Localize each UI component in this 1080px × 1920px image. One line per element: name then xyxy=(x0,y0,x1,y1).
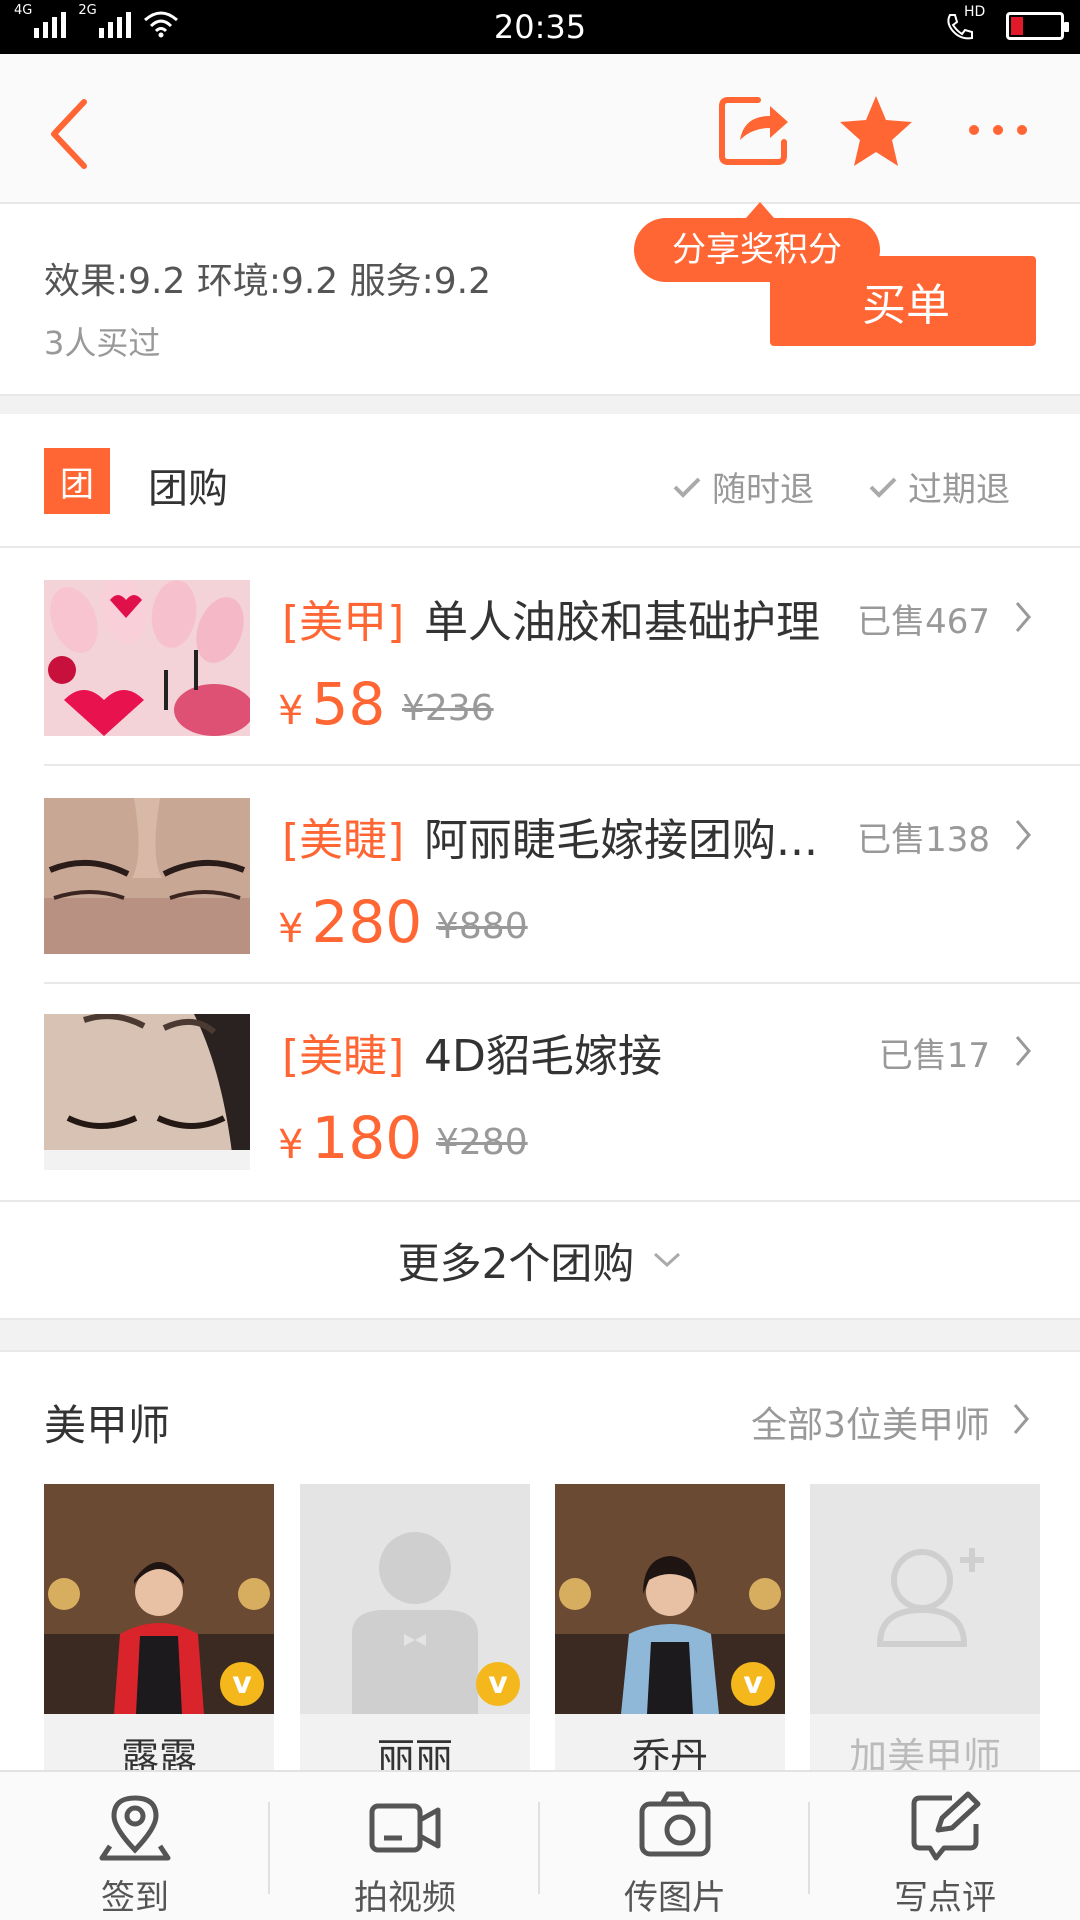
checkin-button[interactable]: 签到 xyxy=(0,1772,270,1920)
call-hd-icon: HD xyxy=(944,4,988,44)
status-right: HD xyxy=(944,4,1069,44)
top-nav-bar xyxy=(0,54,1080,204)
chevron-right-icon xyxy=(1015,1036,1031,1066)
score-summary: 效果:9.2 环境:9.2 服务:9.2 xyxy=(44,261,492,302)
add-technician-card[interactable]: 加美甲师 xyxy=(810,1484,1040,1784)
divider xyxy=(0,396,1080,414)
technicians-section: 美甲师 全部3位美甲师 v 露露 v 丽丽 v 乔丹 加美甲师 xyxy=(0,1352,1080,1784)
clock: 20:35 xyxy=(493,8,587,46)
bottom-action-bar: 签到 拍视频 传图片 写点评 xyxy=(0,1770,1080,1920)
write-review-button[interactable]: 写点评 xyxy=(810,1772,1080,1920)
original-price-value: ¥880 xyxy=(436,906,528,947)
refund-anytime-tag: 随时退 xyxy=(672,462,814,511)
currency-symbol: ¥ xyxy=(278,688,304,734)
deal-thumbnail-lashes xyxy=(44,1014,250,1170)
currency-symbol: ¥ xyxy=(278,1122,304,1168)
technician-card[interactable]: v 露露 xyxy=(44,1484,274,1784)
technician-photo: v xyxy=(44,1484,274,1714)
deal-category: [美甲] xyxy=(282,597,405,648)
price-value: 58 xyxy=(311,670,386,738)
upload-photo-button[interactable]: 传图片 xyxy=(540,1772,810,1920)
hd-label: HD xyxy=(964,4,986,20)
deal-price: ¥180 xyxy=(278,1104,422,1172)
check-icon xyxy=(673,477,701,498)
deal-category: [美睫] xyxy=(282,1031,405,1082)
technician-card[interactable]: v 丽丽 xyxy=(300,1484,530,1784)
original-price: ¥880 xyxy=(436,906,528,947)
technicians-title: 美甲师 xyxy=(44,1401,171,1450)
star-icon[interactable] xyxy=(836,90,916,170)
original-price: ¥236 xyxy=(402,688,494,729)
refund-expired-tag: 过期退 xyxy=(868,462,1010,511)
share-icon[interactable] xyxy=(714,90,794,170)
deal-price: ¥280 xyxy=(278,888,422,956)
deal-sold-count: 已售17 xyxy=(878,1036,990,1076)
shoot-video-label: 拍视频 xyxy=(354,1878,456,1918)
more-label: 更多2个团购 xyxy=(397,1238,635,1288)
deal-item[interactable]: [美睫] 阿丽睫毛嫁接团购... 已售138 ¥280 ¥880 xyxy=(0,768,1080,984)
price-value: 280 xyxy=(311,888,423,956)
checkin-label: 签到 xyxy=(101,1878,169,1918)
rating-section: 效果:9.2 环境:9.2 服务:9.2 3人买过 买单 xyxy=(0,206,1080,396)
deal-item[interactable]: [美睫] 4D貂毛嫁接 已售17 ¥180 ¥280 xyxy=(0,984,1080,1200)
deal-price: ¥58 xyxy=(278,670,385,738)
deal-name: 单人油胶和基础护理 xyxy=(424,597,820,648)
deal-thumbnail-nails xyxy=(44,580,250,736)
location-pin-icon xyxy=(99,1795,171,1861)
photo-camera-icon xyxy=(639,1791,711,1857)
shoot-video-button[interactable]: 拍视频 xyxy=(270,1772,540,1920)
technician-photo: v xyxy=(555,1484,785,1714)
upload-photo-label: 传图片 xyxy=(624,1878,726,1918)
check-icon xyxy=(869,477,897,498)
currency-symbol: ¥ xyxy=(278,906,304,952)
price-value: 180 xyxy=(311,1104,423,1172)
tag-label: 过期退 xyxy=(908,470,1010,510)
more-icon[interactable] xyxy=(958,90,1038,170)
deal-sold-count: 已售138 xyxy=(857,820,990,860)
battery-icon xyxy=(1006,12,1069,40)
tag-label: 随时退 xyxy=(712,470,814,510)
merchant-detail-page: 4G 2G 20:35 HD 效果:9.2 环境:9.2 服务:9.2 3人买过… xyxy=(0,0,1080,1920)
deal-name: 4D貂毛嫁接 xyxy=(424,1031,662,1082)
back-arrow-icon[interactable] xyxy=(44,94,104,174)
group-buy-title: 团购 xyxy=(148,466,228,512)
video-camera-icon xyxy=(369,1803,441,1853)
share-reward-tooltip[interactable]: 分享奖积分 xyxy=(634,202,880,282)
verified-badge-icon: v xyxy=(220,1662,264,1706)
chevron-down-icon xyxy=(654,1252,681,1268)
deal-item[interactable]: [美甲] 单人油胶和基础护理 已售467 ¥58 ¥236 xyxy=(0,550,1080,766)
more-group-buys-button[interactable]: 更多2个团购 xyxy=(0,1200,1080,1318)
divider xyxy=(0,1318,1080,1352)
edit-review-icon xyxy=(911,1791,981,1861)
bought-count: 3人买过 xyxy=(44,324,161,362)
status-bar: 4G 2G 20:35 HD xyxy=(0,0,1080,54)
deal-category: [美睫] xyxy=(282,815,405,866)
deal-thumbnail-lashes xyxy=(44,798,250,954)
all-technicians-link[interactable]: 全部3位美甲师 xyxy=(751,1396,990,1448)
verified-badge-icon: v xyxy=(476,1662,520,1706)
chevron-right-icon xyxy=(1015,820,1031,850)
add-user-icon xyxy=(810,1484,1040,1714)
avatar-placeholder-icon: v xyxy=(300,1484,530,1714)
verified-badge-icon: v xyxy=(731,1662,775,1706)
technician-card[interactable]: v 乔丹 xyxy=(555,1484,785,1784)
chevron-right-icon xyxy=(1013,1404,1029,1434)
deal-name: 阿丽睫毛嫁接团购... xyxy=(424,815,818,866)
group-buy-badge: 团 xyxy=(44,448,110,514)
deal-sold-count: 已售467 xyxy=(857,602,990,642)
chevron-right-icon xyxy=(1015,602,1031,632)
original-price-value: ¥236 xyxy=(402,688,494,729)
row-divider xyxy=(44,764,1080,766)
original-price-value: ¥280 xyxy=(436,1122,528,1163)
write-review-label: 写点评 xyxy=(894,1878,996,1918)
group-buy-header: 团 团购 随时退 过期退 xyxy=(0,414,1080,548)
original-price: ¥280 xyxy=(436,1122,528,1163)
